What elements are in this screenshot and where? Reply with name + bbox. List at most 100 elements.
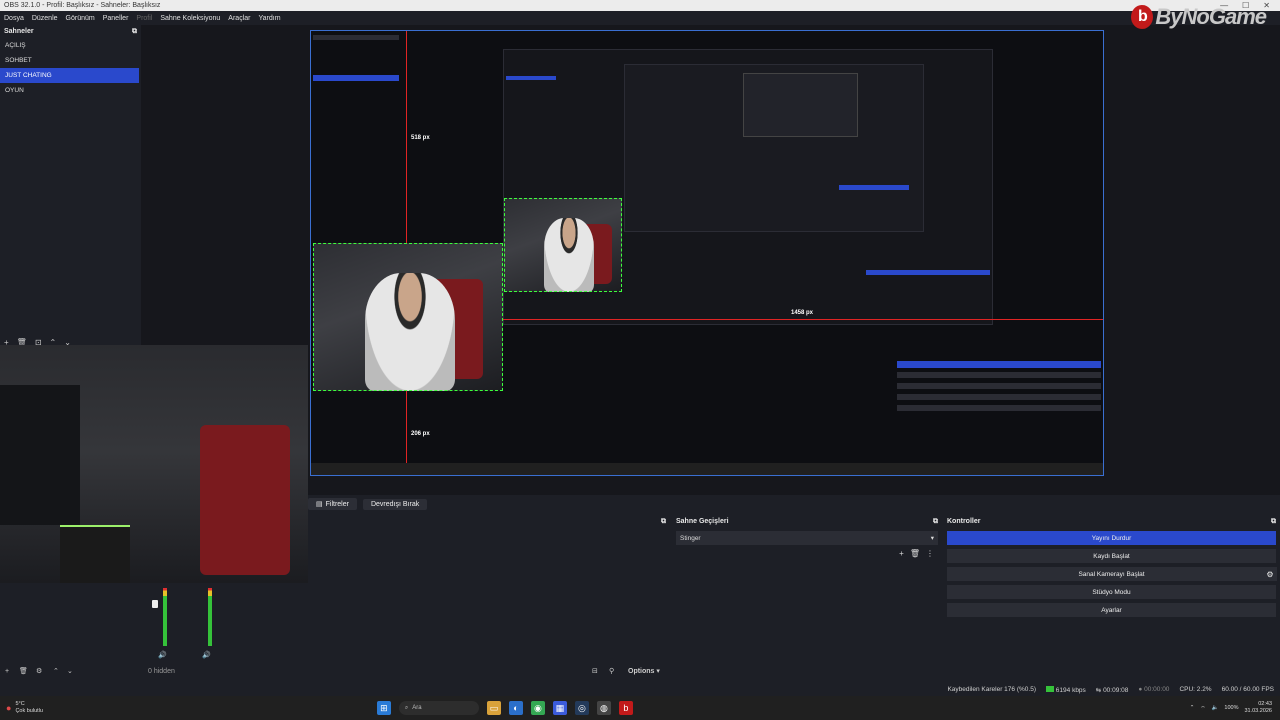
transition-select[interactable]: Stinger ▾ (676, 531, 938, 545)
webcam-overlay (0, 345, 308, 583)
source-down-icon[interactable]: ⌄ (67, 667, 73, 675)
clock-time: 02:43 (1258, 701, 1272, 707)
menu-profile[interactable]: Profil (136, 15, 152, 22)
menu-edit[interactable]: Düzenle (32, 15, 58, 22)
start-virtual-camera-button[interactable]: Sanal Kamerayı Başlat ⚙ (947, 567, 1277, 581)
taskbar-search[interactable]: ⌕ Ara (398, 701, 479, 715)
studio-mode-button[interactable]: Stüdyo Modu (947, 585, 1276, 599)
nested-capture-1 (503, 49, 993, 325)
preview-canvas[interactable]: 518 px 1458 px 206 px (310, 30, 1104, 476)
tray-chevron-icon[interactable]: ⌃ (1190, 705, 1195, 711)
bynogame-logo-icon: b (1131, 5, 1154, 29)
sources-toolbar: ▤ Filtreler Devredışı Bırak (0, 496, 668, 512)
gear-icon[interactable]: ⚙ (1263, 567, 1277, 581)
filter-icon: ▤ (316, 501, 323, 508)
window-title: OBS 32.1.0 - Profil: Başlıksız - Sahnele… (4, 2, 161, 9)
remove-source-icon[interactable]: 🗑 (19, 667, 28, 675)
controls-title: Kontroller (947, 518, 981, 525)
add-transition-icon[interactable]: + (899, 549, 904, 558)
system-tray: ⌃ ⌔ 🔈 100% 02:43 31.03.2026 (1190, 701, 1280, 715)
speaker-icon-2[interactable]: 🔊 (202, 651, 211, 659)
folder-icon[interactable]: ▭ (486, 701, 501, 715)
remove-transition-icon[interactable]: 🗑 (910, 549, 920, 558)
keyboard-shape (60, 525, 130, 583)
nested-capture-3 (743, 73, 858, 137)
search-placeholder: Ara (412, 705, 422, 711)
transitions-dock: Sahne Geçişleri ⧉ Stinger ▾ + 🗑 ⋮ (672, 516, 942, 680)
network-icon[interactable]: ⌔ (1200, 705, 1205, 712)
transition-value: Stinger (680, 534, 701, 542)
chrome-icon[interactable]: ◉ (530, 701, 545, 715)
weather-widget[interactable]: ● 5°C Çok bulutlu (0, 701, 80, 715)
stream-icon: ⇆ (1095, 686, 1102, 694)
scene-item-oyun[interactable]: OYUN (0, 83, 141, 98)
measure-right-label: 1458 px (791, 310, 814, 316)
mixer-undock-icon[interactable]: ⧉ (661, 518, 666, 526)
nested-capture-2 (624, 64, 924, 232)
title-bar: OBS 32.1.0 - Profil: Başlıksız - Sahnele… (0, 0, 1280, 11)
controls-dock: Kontroller ⧉ Yayını Durdur Kaydı Başlat … (943, 516, 1280, 680)
mixer-layout-icon[interactable]: ⊟ (592, 667, 598, 675)
guide-top (406, 31, 407, 243)
measure-bottom-label: 206 px (411, 431, 430, 437)
dropped-frames: Kaybedilen Kareler 176 (%0.5) (947, 686, 1036, 693)
search-icon: ⌕ (404, 704, 409, 711)
settings-button[interactable]: Ayarlar (947, 603, 1276, 617)
chevron-down-icon: ▾ (930, 535, 934, 542)
undock-icon[interactable]: ⧉ (132, 28, 137, 36)
guide-right (503, 319, 1103, 320)
transitions-undock-icon[interactable]: ⧉ (933, 518, 938, 526)
speaker-icon-1[interactable]: 🔊 (158, 651, 167, 659)
mixer-meter-2 (208, 588, 212, 646)
scenes-dock: Sahneler ⧉ AÇILIŞ SOHBET JUST CHATING OY… (0, 25, 141, 347)
scene-item-sohbet[interactable]: SOHBET (0, 53, 141, 68)
steam-icon[interactable]: ◎ (574, 701, 589, 715)
obs-window: OBS 32.1.0 - Profil: Başlıksız - Sahnele… (0, 0, 1280, 720)
hidden-count: 0 hidden (148, 667, 175, 675)
watermark-text: ByNoGame (1155, 4, 1267, 29)
source-up-icon[interactable]: ⌃ (53, 667, 59, 675)
mini-menubar (313, 35, 399, 40)
menu-file[interactable]: Dosya (4, 15, 24, 22)
menu-tools[interactable]: Araçlar (228, 15, 250, 22)
mixer-link-icon[interactable]: ⚲ (609, 667, 614, 675)
virtual-camera-label: Sanal Kamerayı Başlat (1078, 570, 1145, 578)
clock-date: 31.03.2026 (1244, 708, 1272, 714)
scene-item-just-chating[interactable]: JUST CHATING (0, 68, 139, 83)
battery-label: 100% (1224, 705, 1239, 711)
weather-icon: ● (6, 702, 12, 713)
obs-icon[interactable]: ◍ (596, 701, 611, 715)
transition-menu-icon[interactable]: ⋮ (926, 549, 934, 558)
add-source-icon[interactable]: + (5, 668, 9, 675)
connection-icon (1045, 685, 1054, 692)
audio-mixer-dock: ⧉ (308, 516, 670, 680)
mini-active-scene (313, 75, 399, 81)
status-bar: Kaybedilen Kareler 176 (%0.5) 6194 kbps … (0, 683, 1280, 696)
record-time: 00:00:00 (1144, 686, 1170, 693)
mixer-options-button[interactable]: Options ▾ (628, 667, 660, 675)
volume-icon[interactable]: 🔈 (1212, 705, 1219, 711)
selected-source-outline[interactable] (313, 243, 503, 391)
volume-fader-1[interactable] (152, 600, 158, 608)
stream-time: 00:09:08 (1103, 686, 1129, 694)
scene-item-acilis[interactable]: AÇILIŞ (0, 38, 141, 53)
menu-scene-collection[interactable]: Sahne Koleksiyonu (160, 15, 220, 22)
clock[interactable]: 02:43 31.03.2026 (1244, 701, 1272, 715)
stop-streaming-button[interactable]: Yayını Durdur (947, 531, 1276, 545)
menu-view[interactable]: Görünüm (66, 15, 95, 22)
bitrate: 6194 kbps (1055, 686, 1086, 694)
menu-docks[interactable]: Paneller (103, 15, 129, 22)
bynogame-icon[interactable]: b (618, 701, 633, 715)
options-label: Options (628, 668, 655, 675)
edge-icon[interactable]: ◐ (508, 701, 523, 715)
source-settings-icon[interactable]: ⚙ (36, 667, 42, 675)
deactivate-button[interactable]: Devredışı Bırak (362, 498, 428, 510)
store-icon[interactable]: ▦ (552, 701, 567, 715)
menu-help[interactable]: Yardım (258, 15, 280, 22)
start-icon[interactable]: ⊞ (376, 701, 391, 715)
controls-undock-icon[interactable]: ⧉ (1271, 518, 1276, 526)
start-recording-button[interactable]: Kaydı Başlat (947, 549, 1276, 563)
record-icon: ● (1138, 686, 1143, 693)
measure-top-label: 518 px (411, 135, 430, 141)
filters-button[interactable]: ▤ Filtreler (308, 498, 357, 510)
